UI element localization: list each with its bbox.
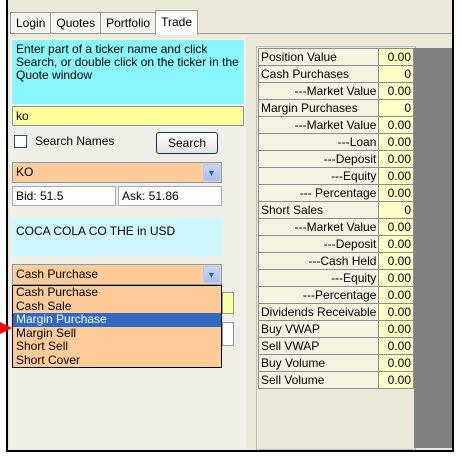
table-row: Position Value 0.00 <box>257 48 414 66</box>
table-row: Sell VWAP 0.00 <box>257 337 414 355</box>
position-label: ---Market Value <box>257 116 380 134</box>
table-row: ---Loan 0.00 <box>257 133 414 151</box>
tab-trade[interactable]: Trade <box>155 10 199 35</box>
position-label: Buy Volume <box>257 354 380 372</box>
search-names-option[interactable]: Search Names <box>14 134 114 148</box>
position-value: 0.00 <box>378 133 414 151</box>
option-cash-purchase[interactable]: Cash Purchase <box>13 286 221 300</box>
ticker-dropdown[interactable]: KO ▼ <box>12 162 222 183</box>
tab-portfolio[interactable]: Portfolio <box>100 12 157 34</box>
tab-divider <box>10 33 452 34</box>
position-value: 0.00 <box>378 82 414 100</box>
search-names-checkbox[interactable] <box>14 134 27 148</box>
position-value: 0.00 <box>378 252 414 270</box>
position-value: 0.00 <box>378 218 414 236</box>
bid-price: Bid: 51.5 <box>12 186 116 206</box>
table-row: Dividends Receivable 0.00 <box>257 303 414 321</box>
position-label: Sell Volume <box>257 371 380 389</box>
table-row: Short Sales 0 <box>257 201 414 219</box>
table-row: Cash Purchases 0 <box>257 65 414 83</box>
option-margin-purchase[interactable]: Margin Purchase <box>13 313 221 327</box>
position-label: ---Market Value <box>257 82 380 100</box>
position-value: 0.00 <box>378 320 414 338</box>
pointer-arrow-icon <box>0 322 12 334</box>
position-value: 0 <box>378 201 414 219</box>
order-type-value: Cash Purchase <box>16 267 99 281</box>
position-label: Cash Purchases <box>257 65 380 83</box>
search-names-label: Search Names <box>35 134 115 148</box>
submit-button-partial[interactable] <box>222 322 234 346</box>
position-label: Buy VWAP <box>257 320 380 338</box>
position-value: 0.00 <box>378 184 414 202</box>
position-value: 0.00 <box>378 303 414 321</box>
search-button[interactable]: Search <box>156 132 218 154</box>
option-short-sell[interactable]: Short Sell <box>13 340 221 354</box>
quantity-input-partial[interactable] <box>222 292 234 314</box>
position-value: 0.00 <box>378 269 414 287</box>
table-row: ---Equity 0.00 <box>257 269 414 287</box>
position-label: --- Percentage <box>257 184 380 202</box>
option-cash-sale[interactable]: Cash Sale <box>13 299 221 314</box>
position-value: 0.00 <box>378 235 414 253</box>
position-value: 0.00 <box>378 286 414 304</box>
table-row: ---Deposit 0.00 <box>257 235 414 253</box>
tab-login[interactable]: Login <box>10 12 52 34</box>
tab-quotes[interactable]: Quotes <box>50 12 102 34</box>
option-short-cover[interactable]: Short Cover <box>13 353 221 368</box>
position-label: ---Percentage <box>257 286 380 304</box>
table-row: Margin Purchases 0 <box>257 99 414 117</box>
order-type-options-list: Cash Purchase Cash Sale Margin Purchase … <box>12 285 222 368</box>
table-row: Buy Volume 0.00 <box>257 354 414 372</box>
security-description: COCA COLA CO THE in USD <box>12 218 222 256</box>
table-row: ---Market Value 0.00 <box>257 82 414 100</box>
ticker-dropdown-value: KO <box>16 165 34 179</box>
position-label: ---Loan <box>257 133 380 151</box>
order-type-dropdown[interactable]: Cash Purchase ▼ <box>12 264 222 285</box>
chevron-down-icon[interactable]: ▼ <box>203 266 220 283</box>
position-value: 0.00 <box>378 48 414 66</box>
table-row: ---Percentage 0.00 <box>257 286 414 304</box>
position-value: 0 <box>378 99 414 117</box>
position-value: 0.00 <box>378 337 414 355</box>
table-row: ---Market Value 0.00 <box>257 218 414 236</box>
position-label: Position Value <box>257 48 380 66</box>
position-label: ---Cash Held <box>257 252 380 270</box>
position-value: 0 <box>378 65 414 83</box>
position-label: Margin Purchases <box>257 99 380 117</box>
positions-panel: Position Value 0.00 Cash Purchases 0 ---Mark… <box>257 48 414 389</box>
position-label: Short Sales <box>257 201 380 219</box>
position-label: ---Market Value <box>257 218 380 236</box>
trade-panel: Enter part of a ticker name and click Se… <box>10 38 246 450</box>
empty-grid-area <box>414 48 452 448</box>
position-value: 0.00 <box>378 167 414 185</box>
chevron-down-icon[interactable]: ▼ <box>203 164 220 181</box>
table-row: --- Percentage 0.00 <box>257 184 414 202</box>
table-row: Buy VWAP 0.00 <box>257 320 414 338</box>
table-row: Sell Volume 0.00 <box>257 371 414 389</box>
table-row: ---Market Value 0.00 <box>257 116 414 134</box>
position-value: 0.00 <box>378 354 414 372</box>
position-label: Dividends Receivable <box>257 303 380 321</box>
table-row: ---Deposit 0.00 <box>257 150 414 168</box>
position-label: Sell VWAP <box>257 337 380 355</box>
position-label: ---Equity <box>257 167 380 185</box>
ask-price: Ask: 51.86 <box>118 186 222 206</box>
table-row: ---Cash Held 0.00 <box>257 252 414 270</box>
ticker-search-input[interactable]: ko <box>12 106 244 126</box>
position-value: 0.00 <box>378 371 414 389</box>
position-label: ---Equity <box>257 269 380 287</box>
position-label: ---Deposit <box>257 150 380 168</box>
table-row: ---Equity 0.00 <box>257 167 414 185</box>
positions-table: Position Value 0.00 Cash Purchases 0 ---Mark… <box>257 48 414 389</box>
position-value: 0.00 <box>378 150 414 168</box>
instruction-text: Enter part of a ticker name and click Se… <box>12 40 244 104</box>
position-value: 0.00 <box>378 116 414 134</box>
position-label: ---Deposit <box>257 235 380 253</box>
option-margin-sell[interactable]: Margin Sell <box>13 326 221 341</box>
tab-strip: Login Quotes Portfolio Trade <box>10 10 199 35</box>
